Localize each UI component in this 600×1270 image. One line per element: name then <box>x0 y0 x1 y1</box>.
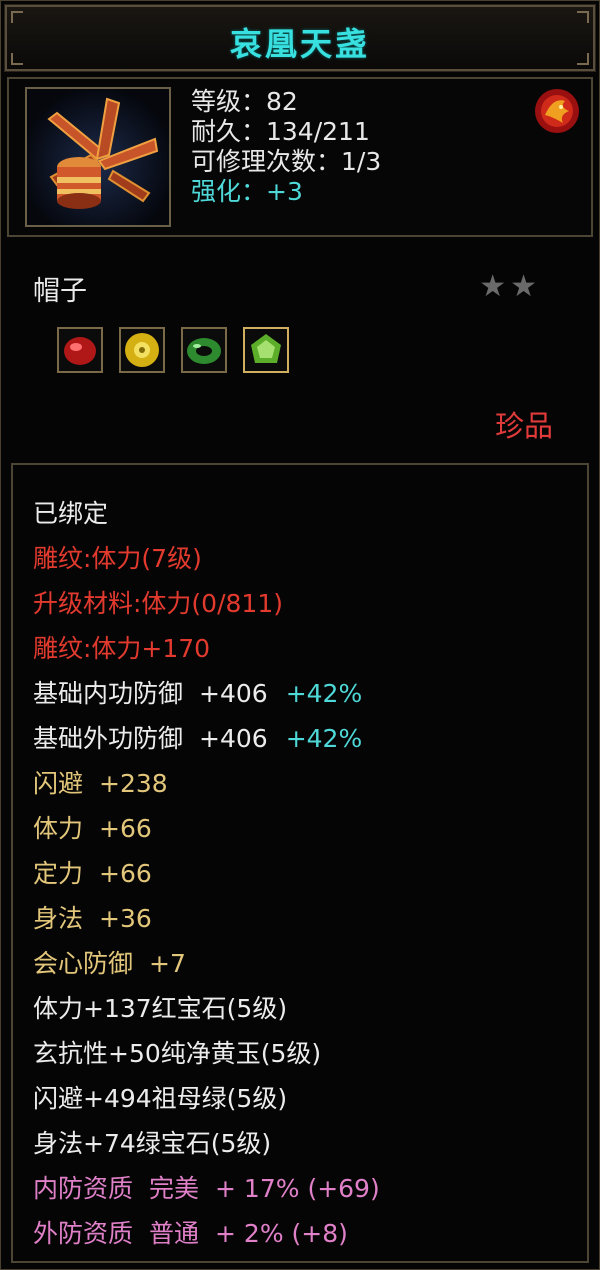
phoenix-emblem-icon <box>531 85 583 137</box>
bound-status: 已绑定 <box>33 499 109 528</box>
attr-value: +66 <box>99 859 152 888</box>
item-durability: 耐久：134/211 <box>191 117 370 146</box>
ruby-icon[interactable] <box>57 327 103 373</box>
attr-value: +238 <box>99 769 168 798</box>
focus-line: 定力 +66 <box>33 851 380 896</box>
helmet-item-icon <box>25 87 171 227</box>
attr-label: 身法 <box>33 904 84 933</box>
attr-label: 基础外功防御 <box>33 724 184 753</box>
attr-value: +36 <box>99 904 152 933</box>
title-bar: 哀凰天盏 <box>4 4 596 72</box>
attr-label: 闪避 <box>33 769 84 798</box>
quality-label: 外防资质 <box>33 1219 134 1248</box>
topaz-icon[interactable] <box>119 327 165 373</box>
attr-label: 基础内功防御 <box>33 679 184 708</box>
attr-value: +406 <box>199 724 268 753</box>
attr-percent: +42% <box>285 724 363 753</box>
agility-line: 身法 +36 <box>33 896 380 941</box>
quality-label: 内防资质 <box>33 1174 134 1203</box>
item-header: 等级：82 耐久：134/211 可修理次数：1/3 强化：+3 <box>7 77 593 237</box>
gem-bonus-line: 玄抗性+50纯净黄玉(5级) <box>33 1039 322 1068</box>
item-type: 帽子 <box>33 276 87 307</box>
item-tooltip: 哀凰天盏 等级：82 耐久：134/211 可修理次数：1/3 强化：+3 帽子… <box>0 0 600 1270</box>
stamina-line: 体力 +66 <box>33 806 380 851</box>
attr-label: 定力 <box>33 859 84 888</box>
gem-bonus-line: 体力+137红宝石(5级) <box>33 994 288 1023</box>
inner-defense-line: 基础内功防御 +406 +42% <box>33 671 380 716</box>
gem-bonus-line: 闪避+494祖母绿(5级) <box>33 1084 288 1113</box>
jade-icon[interactable] <box>181 327 227 373</box>
attr-value: +66 <box>99 814 152 843</box>
item-summary: 帽子 ★★ 珍品 <box>7 243 593 458</box>
carving-line: 雕纹:体力(7级) <box>33 544 202 573</box>
attr-value: +7 <box>149 949 186 978</box>
upgrade-material-line: 升级材料:体力(0/811) <box>33 589 283 618</box>
emerald-icon[interactable] <box>243 327 289 373</box>
inner-quality-line: 内防资质 完美 + 17% (+69) <box>33 1166 380 1211</box>
attr-percent: +42% <box>285 679 363 708</box>
quality-grade: 完美 <box>149 1174 200 1203</box>
carving-bonus-line: 雕纹:体力+170 <box>33 634 211 663</box>
gem-bonus-line: 身法+74绿宝石(5级) <box>33 1129 272 1158</box>
star-rating: ★★ <box>479 269 541 304</box>
quality-value: + 17% (+69) <box>215 1174 380 1203</box>
outer-defense-line: 基础外功防御 +406 +42% <box>33 716 380 761</box>
quality-value: + 2% (+8) <box>215 1219 348 1248</box>
attr-value: +406 <box>199 679 268 708</box>
attribute-list: 已绑定 雕纹:体力(7级) 升级材料:体力(0/811) 雕纹:体力+170 基… <box>11 463 589 1263</box>
attr-label: 体力 <box>33 814 84 843</box>
crit-defense-line: 会心防御 +7 <box>33 941 380 986</box>
outer-quality-line: 外防资质 普通 + 2% (+8) <box>33 1211 380 1256</box>
item-enhance: 强化：+3 <box>191 177 303 206</box>
dodge-line: 闪避 +238 <box>33 761 380 806</box>
item-name: 哀凰天盏 <box>229 25 370 63</box>
quality-grade: 普通 <box>149 1219 200 1248</box>
item-level: 等级：82 <box>191 87 298 116</box>
attr-label: 会心防御 <box>33 949 134 978</box>
item-rarity: 珍品 <box>494 409 553 443</box>
item-repairs: 可修理次数：1/3 <box>191 147 382 176</box>
